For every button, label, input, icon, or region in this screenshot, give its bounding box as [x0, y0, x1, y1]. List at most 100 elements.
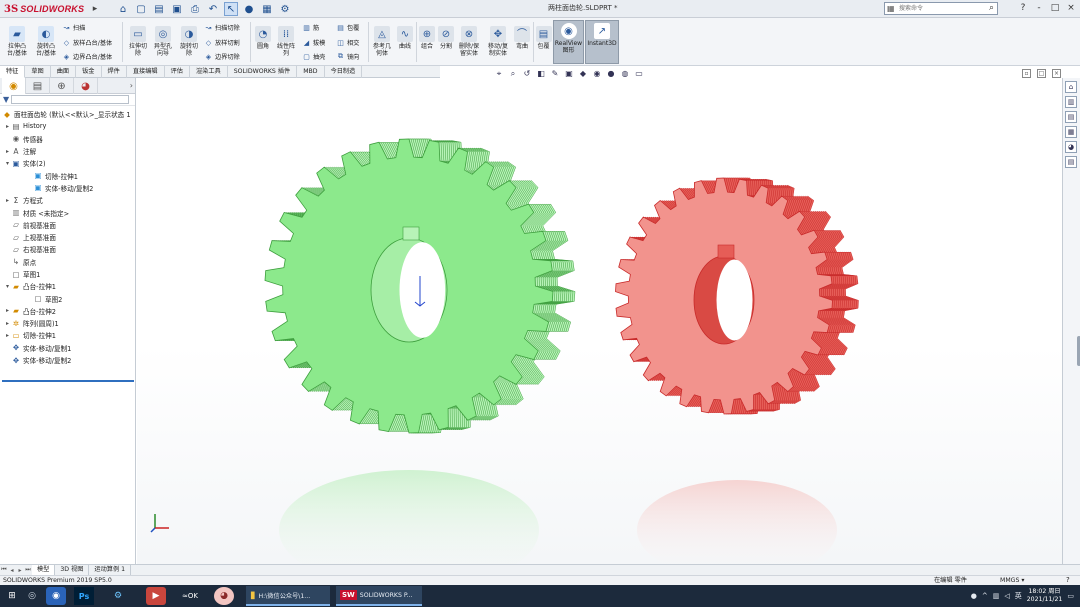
instant3d-button[interactable]: ↗ Instant3D [585, 20, 619, 64]
settings-icon[interactable]: ⚙ [108, 587, 128, 605]
view-palette-icon[interactable]: ▦ [1065, 126, 1077, 138]
feature-tree-item[interactable]: ▸ ✲ 阵列(圆周)1 [0, 317, 135, 329]
tab-surfaces[interactable]: 曲面 [51, 66, 77, 78]
extrude-boss-button[interactable]: ▰ 拉伸凸 台/基体 [4, 26, 30, 57]
options-gear-icon[interactable]: ⚙ [278, 2, 292, 16]
maximize-viewport-icon[interactable]: □ [1037, 69, 1046, 78]
rollback-bar[interactable] [2, 380, 134, 382]
search-icon[interactable]: ⌕ [989, 3, 994, 13]
custom-properties-icon[interactable]: ▤ [1065, 156, 1077, 168]
tab-direct-editing[interactable]: 直接编辑 [127, 66, 165, 78]
revolve-cut-button[interactable]: ◑ 旋转切 除 [177, 26, 201, 57]
network-icon[interactable]: ▥ [993, 592, 1000, 600]
feature-tree-item[interactable]: ▢ 草图1 [0, 268, 135, 280]
volume-icon[interactable]: ◁ [1004, 592, 1009, 600]
next-tab-icon[interactable]: ▸ [16, 567, 24, 574]
feature-tree-item[interactable]: ▱ 前视基准面 [0, 219, 135, 231]
save-icon[interactable]: ▣ [170, 2, 184, 16]
help-button[interactable]: ? [1016, 1, 1030, 16]
video-app-icon[interactable]: ▶ [146, 587, 166, 605]
feature-tree-item[interactable]: ▸ A 注解 [0, 145, 135, 157]
wrap-button[interactable]: ▤ 包覆 [535, 26, 552, 50]
home-icon[interactable]: ⌂ [116, 2, 130, 16]
file-explorer-icon[interactable]: ▤ [1065, 111, 1077, 123]
boundary-cut-button[interactable]: ◈ 边界切除 [204, 52, 240, 62]
mirror-button[interactable]: ⧉ 镜向 [336, 52, 359, 61]
solidworks-logo[interactable]: 3S SOLIDWORKS [4, 2, 84, 16]
feature-tree-item[interactable]: ◆ 面柱面齿轮 (默认<<默认>_显示状态 1 [0, 108, 135, 120]
feature-tree-item[interactable]: ◉ 传感器 [0, 133, 135, 145]
tab-sketch[interactable]: 草图 [25, 66, 51, 78]
feature-tree-item[interactable]: ▾ ▣ 实体(2) [0, 157, 135, 169]
notification-icon[interactable]: ▭ [1067, 592, 1074, 600]
search-scope-icon[interactable]: ▦ [887, 4, 895, 13]
chat-app-icon[interactable]: ◕ [214, 587, 234, 605]
windows-start-icon[interactable]: ⊞ [2, 587, 22, 605]
lofted-cut-button[interactable]: ◇ 放样切割 [204, 38, 240, 48]
feature-tree-item[interactable]: ▢ 草图2 [0, 292, 135, 304]
first-tab-icon[interactable]: ⏮ [0, 566, 8, 574]
collapse-arrow-icon[interactable]: ▾ [4, 160, 11, 167]
new-document-icon[interactable]: ▢ [134, 2, 148, 16]
boundary-button[interactable]: ◈ 边界凸台/基体 [62, 52, 112, 62]
feature-tree-item[interactable]: ▸ ▰ 凸台-拉伸2 [0, 305, 135, 317]
restore-viewport-icon[interactable]: ▫ [1022, 69, 1031, 78]
tab-3d-views[interactable]: 3D 视图 [55, 565, 90, 575]
open-document-icon[interactable]: ▤ [152, 2, 166, 16]
tab-manufacturing[interactable]: 今日制造 [325, 66, 363, 78]
undo-icon[interactable]: ↶ [206, 2, 220, 16]
close-button[interactable]: × [1064, 1, 1078, 16]
expand-arrow-icon[interactable]: ▸ [4, 307, 11, 314]
feature-tree-item[interactable]: ▱ 右视基准面 [0, 243, 135, 255]
rib-button[interactable]: ▥ 筋 [302, 23, 319, 33]
extrude-cut-button[interactable]: ▭ 拉伸切 除 [126, 26, 150, 57]
search-input[interactable] [899, 4, 973, 13]
file-properties-icon[interactable]: ▦ [260, 2, 274, 16]
unit-system-selector[interactable]: MMGS ▾ [1000, 576, 1024, 585]
delete-body-button[interactable]: ⊗ 删除/保 留实体 [456, 26, 482, 57]
expand-arrow-icon[interactable]: ▸ [4, 320, 11, 327]
feature-tree-item[interactable]: ▣ 切除-拉伸1 [0, 169, 135, 181]
task-view-icon[interactable]: ◎ [22, 587, 42, 605]
configuration-manager-tab-icon[interactable]: ⊕ [50, 78, 74, 94]
taskbar-app-explorer[interactable]: ▮ H:\微信公众号\1... [246, 586, 330, 606]
graphics-area[interactable] [137, 78, 1062, 564]
combine-button[interactable]: ⊕ 组合 [418, 26, 436, 50]
browser-icon[interactable]: ◉ [46, 587, 66, 605]
tab-render-tools[interactable]: 渲染工具 [190, 66, 228, 78]
media-app-icon[interactable]: ≈OK [180, 587, 200, 605]
tab-model[interactable]: 模型 [32, 565, 56, 575]
app-tray-icon[interactable]: ● [971, 592, 977, 600]
feature-tree-item[interactable]: ✥ 实体-移动/复制1 [0, 342, 135, 354]
input-method-icon[interactable]: 英 [1015, 591, 1022, 601]
prev-tab-icon[interactable]: ◂ [8, 567, 16, 574]
feature-tree-item[interactable]: ▱ 上视基准面 [0, 231, 135, 243]
feature-tree-item[interactable]: ▸ ▭ 切除-拉伸1 [0, 329, 135, 341]
taskbar-clock[interactable]: 18:02 周日 2021/11/21 [1027, 588, 1063, 604]
last-tab-icon[interactable]: ⏭ [24, 566, 32, 574]
feature-tree-item[interactable]: ✥ 实体-移动/复制2 [0, 354, 135, 366]
linear-pattern-button[interactable]: ⁞⁞ 线性阵 列 [275, 26, 297, 57]
curves-button[interactable]: ∿ 曲线 [395, 26, 415, 50]
flex-button[interactable]: ⌒ 弯曲 [513, 26, 531, 50]
feature-manager-tab-icon[interactable]: ◉ [2, 78, 26, 94]
show-hidden-icons-icon[interactable]: ^ [982, 592, 988, 600]
expand-arrow-icon[interactable]: ▸ [4, 148, 11, 155]
feature-tree-item[interactable]: ▣ 实体-移动/复制2 [0, 182, 135, 194]
feature-tree-item[interactable]: ▥ 材质 <未指定> [0, 206, 135, 218]
expand-arrow-icon[interactable]: ▸ [4, 332, 11, 339]
expand-arrow-icon[interactable]: ▸ [4, 197, 11, 204]
tab-features[interactable]: 特征 [0, 66, 26, 78]
print-icon[interactable]: ⎙ [188, 2, 202, 16]
rebuild-icon[interactable]: ● [242, 2, 256, 16]
maximize-button[interactable]: □ [1048, 1, 1062, 16]
minimize-button[interactable]: - [1032, 1, 1046, 16]
revolve-boss-button[interactable]: ◐ 旋转凸 台/基体 [33, 26, 59, 57]
realview-button[interactable]: ◉ RealView 图形 [553, 20, 584, 64]
menu-expand-icon[interactable]: ▸ [90, 2, 100, 16]
fillet-button[interactable]: ◔ 圆角 [253, 26, 273, 50]
feature-tree-item[interactable]: ▸ Σ 方程式 [0, 194, 135, 206]
panel-expand-icon[interactable]: › [130, 81, 133, 90]
taskbar-app-solidworks[interactable]: SW SOLIDWORKS P... [336, 586, 422, 606]
shell-button[interactable]: ▢ 抽壳 [302, 52, 325, 62]
